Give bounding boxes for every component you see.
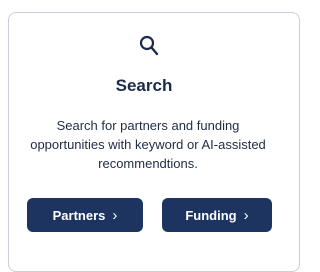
search-icon (139, 35, 159, 56)
funding-button[interactable]: Funding › (162, 198, 272, 232)
card-description: Search for partners and funding opportun… (30, 118, 266, 171)
card-title: Search (115, 76, 173, 95)
chevron-right-icon: › (112, 206, 118, 224)
partners-button[interactable]: Partners › (27, 198, 143, 232)
chevron-right-icon: › (243, 206, 249, 224)
partners-button-label: Partners (52, 207, 106, 223)
funding-button-label: Funding (185, 207, 237, 223)
